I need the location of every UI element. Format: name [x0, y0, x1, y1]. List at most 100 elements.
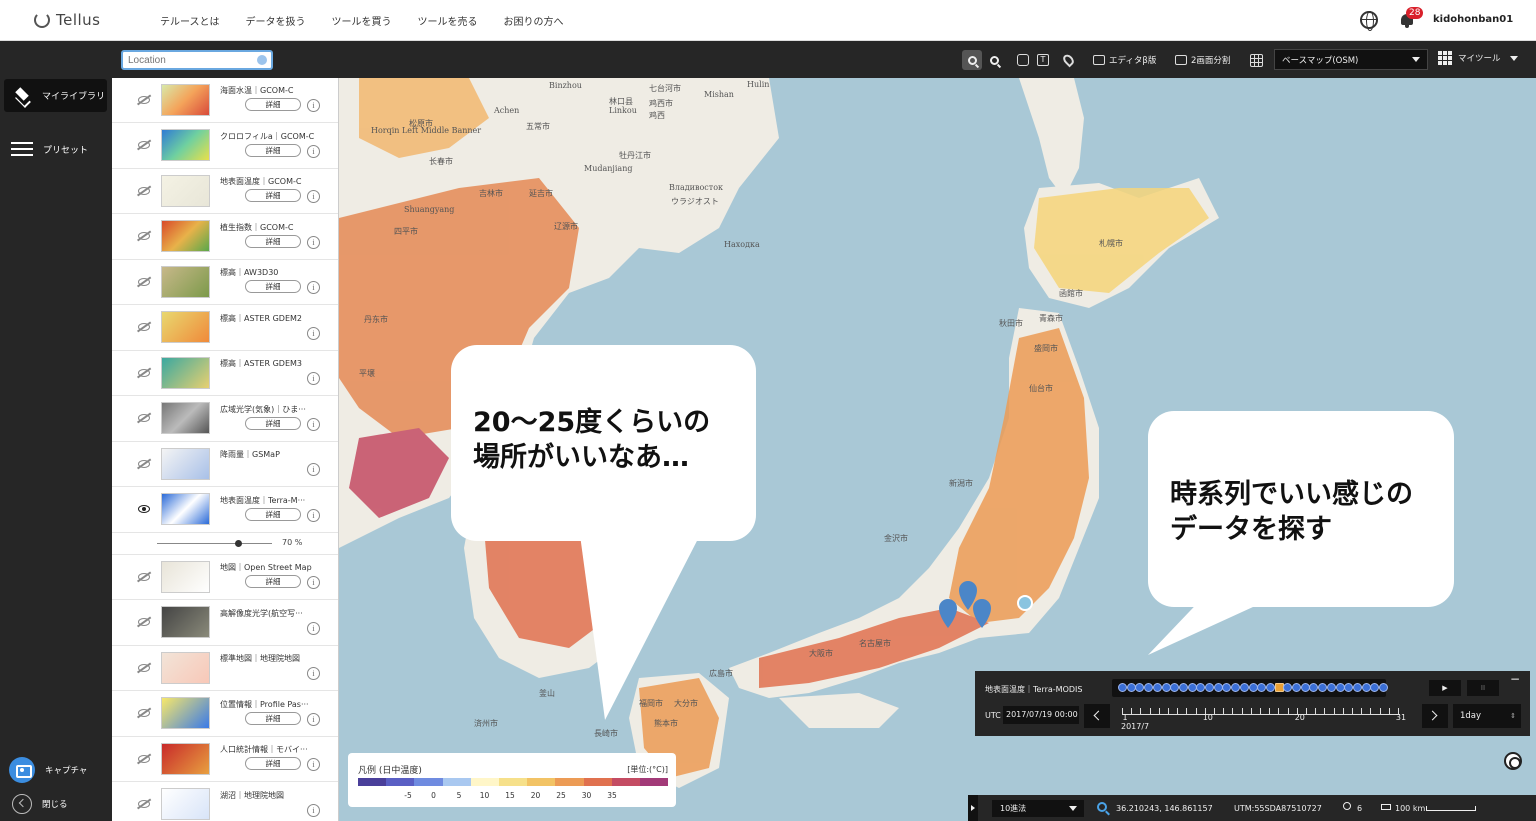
play-button[interactable]: ▶ [1429, 680, 1461, 696]
time-dot[interactable] [1257, 683, 1267, 692]
bubble-left-line2: 場所がいいなあ… [473, 442, 689, 474]
ruler-label: 10 [1202, 713, 1213, 722]
ruler-tick [1232, 708, 1234, 715]
ruler-label: 20 [1294, 713, 1305, 722]
locate-icon[interactable] [1504, 752, 1522, 770]
next-day-button[interactable] [1422, 704, 1448, 728]
speech-bubble-right: 時系列でいい感じの データを探す [1148, 411, 1454, 607]
bubble-right-line1: 時系列でいい感じの [1170, 479, 1413, 510]
legend-title: 凡例 (日中温度) [358, 766, 422, 776]
ruler-tick [1140, 708, 1142, 715]
time-dot[interactable] [1292, 683, 1301, 692]
time-dot[interactable] [1152, 683, 1162, 692]
scale-bar [1426, 806, 1476, 811]
time-dots [1112, 679, 1388, 697]
time-ruler[interactable]: 1 10 20 31 [1122, 707, 1406, 733]
time-dot[interactable] [1248, 683, 1258, 692]
utc-datetime[interactable]: 2017/07/19 00:00 [1003, 706, 1079, 724]
legend-tick: 10 [479, 791, 490, 800]
zoom-level-icon [1343, 802, 1351, 810]
legend-tick: 30 [581, 791, 592, 800]
time-dot[interactable] [1161, 683, 1171, 692]
time-dot[interactable] [1265, 683, 1275, 692]
time-dot[interactable] [1283, 683, 1293, 692]
ruler-tick [1158, 708, 1160, 715]
time-dot[interactable] [1326, 683, 1336, 692]
time-dot[interactable] [1205, 683, 1214, 692]
legend-swatch [555, 778, 584, 786]
ruler-tick [1223, 708, 1225, 715]
bubble-left-line1: 20〜25度くらいの [473, 407, 711, 438]
ruler-tick [1269, 708, 1271, 715]
time-dot[interactable] [1178, 683, 1188, 692]
time-dot[interactable] [1187, 683, 1197, 692]
time-dot[interactable] [1318, 683, 1328, 692]
time-dot[interactable] [1239, 683, 1249, 692]
ruler-tick [1278, 708, 1280, 715]
time-dot[interactable] [1222, 683, 1232, 692]
minimize-button[interactable]: − [1509, 673, 1521, 687]
map-legend: 凡例 (日中温度) [単位:(°C)] -5 0 5 10 15 20 25 30 35 [348, 753, 676, 807]
ruler-tick [1324, 708, 1326, 715]
crs-select[interactable]: 10進法 [992, 800, 1084, 817]
time-dot[interactable] [1274, 683, 1284, 692]
prev-day-button[interactable] [1084, 704, 1110, 728]
scale-icon [1381, 804, 1391, 810]
time-dot[interactable] [1335, 683, 1345, 692]
chevron-right-icon [1427, 710, 1438, 721]
time-dot[interactable] [1361, 683, 1371, 692]
ruler-tick [1342, 708, 1344, 715]
time-dot[interactable] [1213, 683, 1223, 692]
coordinate-search-icon[interactable] [1097, 802, 1107, 812]
step-select[interactable]: 1day ⇕ [1453, 704, 1521, 728]
time-series-panel: 地表面温度｜Terra-MODIS ▶ II − UTC 2017/07/19 … [975, 671, 1530, 736]
time-dot[interactable] [1352, 683, 1362, 692]
legend-swatch [358, 778, 387, 786]
ruler-tick [1177, 708, 1179, 715]
time-dot[interactable] [1135, 683, 1145, 692]
legend-tick: 35 [607, 791, 617, 800]
time-dot[interactable] [1196, 683, 1206, 692]
time-layer-name: 地表面温度｜Terra-MODIS [985, 685, 1083, 694]
ruler-tick [1333, 708, 1335, 715]
ruler-tick [1388, 708, 1390, 715]
ruler-tick [1214, 708, 1215, 715]
ruler-tick [1195, 708, 1197, 715]
status-toggle[interactable] [968, 795, 978, 821]
step-value: 1day [1460, 711, 1482, 721]
legend-swatch [583, 778, 612, 786]
speech-bubble-left: 20〜25度くらいの 場所がいいなあ… [451, 345, 756, 541]
ruler-tick [1168, 708, 1169, 715]
legend-tick: 25 [556, 791, 566, 800]
ruler-tick [1241, 708, 1243, 715]
zoom-level: 6 [1357, 804, 1363, 813]
scale-value: 100 km [1395, 804, 1426, 813]
ruler-tick [1186, 708, 1188, 715]
time-dot[interactable] [1300, 683, 1310, 692]
crs-value: 10進法 [1000, 804, 1027, 813]
legend-tick: -5 [404, 791, 412, 800]
time-dot[interactable] [1309, 683, 1319, 692]
legend-swatch [442, 778, 471, 786]
legend-ticks: -5 0 5 10 15 20 25 30 35 [358, 791, 668, 801]
chevron-down-icon [1069, 806, 1077, 811]
legend-unit: [単位:(°C)] [627, 765, 668, 774]
ruler-tick [1370, 708, 1372, 715]
time-dot[interactable] [1118, 683, 1127, 692]
ruler-tick [1131, 708, 1133, 715]
utm-code: UTM:55SDA87510727 [1234, 804, 1322, 813]
time-dot[interactable] [1231, 683, 1241, 692]
ruler-tick [1306, 708, 1307, 715]
legend-swatch [470, 778, 499, 786]
chevron-left-icon [1093, 710, 1104, 721]
updown-icon: ⇕ [1510, 712, 1516, 720]
ruler-tick [1149, 708, 1151, 715]
time-dot[interactable] [1379, 683, 1388, 692]
time-dot[interactable] [1370, 683, 1380, 692]
time-dot[interactable] [1344, 683, 1354, 692]
ruler-month: 2017/7 [1121, 722, 1150, 731]
pause-button[interactable]: II [1467, 680, 1499, 696]
time-dot[interactable] [1126, 683, 1136, 692]
time-dot[interactable] [1144, 683, 1154, 692]
time-dot[interactable] [1170, 683, 1180, 692]
